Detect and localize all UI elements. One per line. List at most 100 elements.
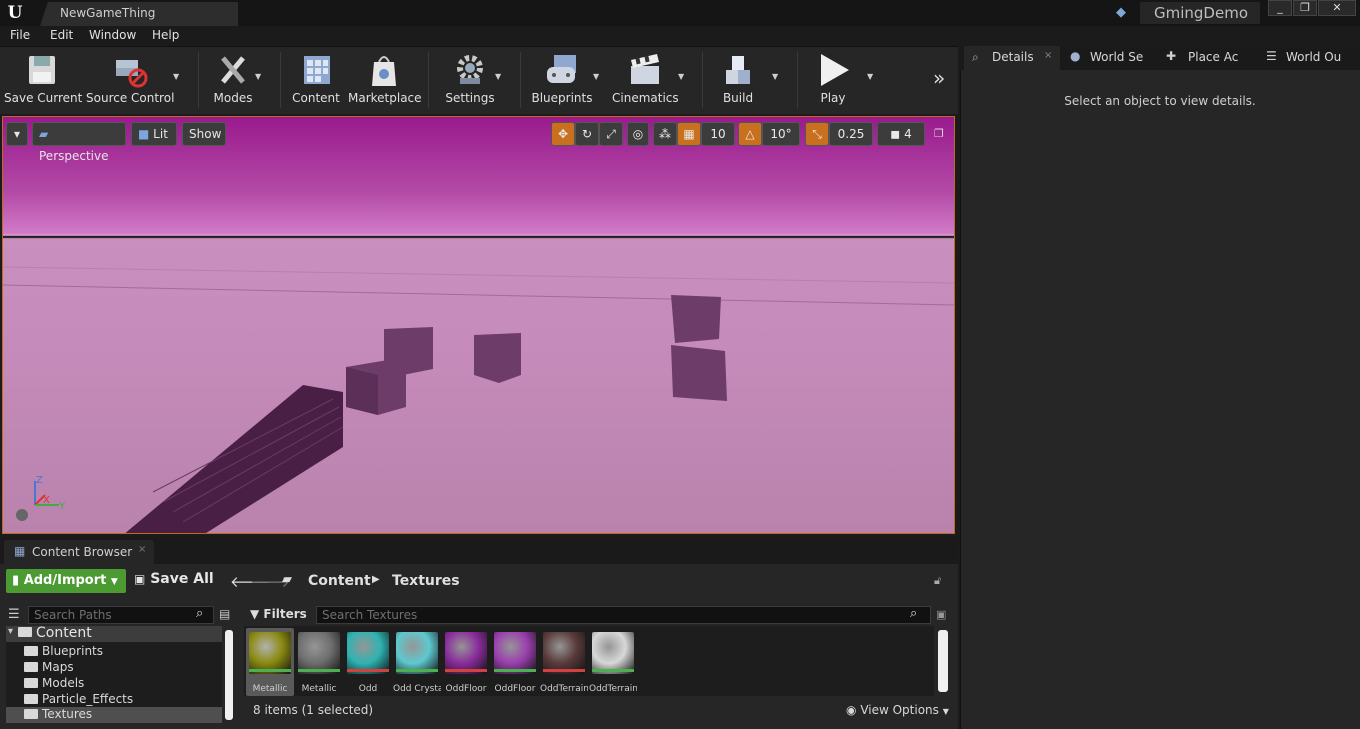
asset-thumbnail[interactable] — [249, 632, 291, 674]
toggle-sources-icon[interactable]: ☰ — [8, 607, 20, 622]
build-button[interactable]: Build — [712, 48, 764, 112]
cube — [671, 345, 727, 401]
asset-thumbnail[interactable] — [298, 632, 340, 674]
lock-icon[interactable]: 🔓︎ — [934, 574, 941, 588]
scale-snap-icon[interactable]: ⤡ — [805, 122, 829, 146]
play-dropdown-icon[interactable]: ▼ — [867, 72, 875, 81]
tree-root-content[interactable]: ▾ Content — [6, 625, 222, 642]
camera-speed-button[interactable]: ◼ 4 — [877, 122, 925, 146]
scale-tool-icon[interactable]: ⤢ — [599, 122, 623, 146]
staircase — [125, 385, 343, 533]
folder-open-icon — [18, 627, 32, 637]
asset-scrollbar[interactable] — [938, 630, 948, 692]
save-current-button[interactable]: Save Current — [4, 48, 82, 112]
axis-z-label: Z — [36, 475, 43, 486]
tree-options-icon[interactable]: ▤ — [219, 607, 230, 621]
search-textures-input[interactable]: Search Textures — [316, 606, 931, 624]
asset-type-bar — [347, 669, 389, 672]
modes-label: Modes — [213, 91, 253, 105]
tab-details-label: Details — [992, 50, 1034, 64]
surface-snap-icon[interactable]: ⁂ — [653, 122, 677, 146]
build-dropdown-icon[interactable]: ▼ — [772, 72, 780, 81]
tree-item-particle-effects[interactable]: Particle_Effects — [24, 692, 133, 708]
toolbar-overflow-icon[interactable]: » — [933, 66, 945, 90]
tree-item-textures[interactable]: Textures — [6, 707, 222, 723]
minimize-button[interactable]: _ — [1268, 0, 1292, 16]
source-control-dropdown-icon[interactable]: ▼ — [173, 72, 181, 81]
blueprints-button[interactable]: Blueprints — [530, 48, 594, 112]
asset-type-bar — [494, 669, 536, 672]
rotation-snap-icon[interactable]: △ — [738, 122, 762, 146]
content-button[interactable]: Content — [290, 48, 342, 112]
blueprints-dropdown-icon[interactable]: ▼ — [593, 72, 601, 81]
asset-label: OddTerrain1 — [540, 684, 588, 694]
level-tab[interactable]: NewGameThing — [40, 2, 238, 26]
level-viewport[interactable]: Z X Y — [2, 116, 955, 534]
modes-icon — [221, 56, 245, 84]
perspective-button[interactable]: ▰ Perspective — [32, 122, 126, 163]
rotation-snap-value[interactable]: 10° — [762, 122, 800, 146]
grid-snap-value[interactable]: 10 — [701, 122, 735, 146]
tab-world-outliner[interactable]: ☰ World Ou — [1260, 46, 1356, 70]
tree-scrollbar[interactable] — [225, 630, 233, 720]
menu-bar — [0, 26, 960, 46]
tab-details[interactable]: ⌕ Details × — [964, 46, 1060, 70]
source-control-button[interactable]: Source Control — [86, 48, 174, 112]
asset-thumbnail[interactable] — [494, 632, 536, 674]
search-paths-input[interactable]: Search Paths — [28, 606, 214, 624]
content-browser-tab-label: Content Browser — [32, 545, 133, 559]
maximize-viewport-icon[interactable]: ❐ — [934, 127, 944, 140]
lit-button[interactable]: ■ Lit — [131, 122, 177, 146]
cinematics-button[interactable]: Cinematics — [612, 48, 679, 112]
toolbar-divider — [428, 52, 429, 108]
menu-window[interactable]: Window — [89, 28, 136, 42]
close-tab-icon[interactable]: × — [138, 544, 146, 555]
view-options-button[interactable]: ◉ View Options ▼ — [846, 703, 949, 717]
asset-thumbnail[interactable] — [347, 632, 389, 674]
tree-item-maps[interactable]: Maps — [24, 660, 74, 676]
save-search-icon[interactable]: ▣ — [936, 608, 946, 621]
filters-button[interactable]: ▼ Filters — [250, 607, 307, 621]
asset-thumbnail[interactable] — [396, 632, 438, 674]
asset-thumbnail[interactable] — [543, 632, 585, 674]
settings-dropdown-icon[interactable]: ▼ — [495, 72, 503, 81]
add-import-button[interactable]: ▮ Add/Import ▼ — [6, 569, 126, 593]
modes-dropdown-icon[interactable]: ▼ — [255, 72, 263, 81]
tree-item-blueprints[interactable]: Blueprints — [24, 644, 103, 660]
menu-edit[interactable]: Edit — [50, 28, 73, 42]
details-icon: ⌕ — [972, 50, 979, 64]
folder-icon — [24, 678, 38, 688]
grid-snap-icon[interactable]: ▦ — [677, 122, 701, 146]
asset-thumbnail[interactable] — [445, 632, 487, 674]
menu-file[interactable]: File — [10, 28, 30, 42]
breadcrumb-content[interactable]: Content — [308, 573, 371, 589]
play-label: Play — [820, 91, 846, 105]
marketplace-button[interactable]: Marketplace — [348, 48, 422, 112]
tree-item-models[interactable]: Models — [24, 676, 84, 692]
close-window-button[interactable]: ✕ — [1318, 0, 1356, 16]
save-all-button[interactable]: ▣ Save All — [134, 571, 214, 587]
cinematics-dropdown-icon[interactable]: ▼ — [678, 72, 686, 81]
breadcrumb-textures[interactable]: Textures — [392, 573, 460, 589]
show-button[interactable]: Show — [182, 122, 226, 146]
asset-type-bar — [298, 669, 340, 672]
modes-button[interactable]: Modes — [206, 48, 260, 112]
play-button[interactable]: Play — [808, 48, 858, 112]
rotate-tool-icon[interactable]: ↻ — [575, 122, 599, 146]
tab-place-actors[interactable]: ✚ Place Ac — [1160, 46, 1256, 70]
folder-icon — [24, 694, 38, 704]
viewport-menu-button[interactable]: ▾ — [6, 122, 28, 146]
restore-button[interactable]: ❐ — [1293, 0, 1317, 16]
help-icon[interactable] — [16, 509, 28, 521]
scale-snap-value[interactable]: 0.25 — [829, 122, 873, 146]
asset-thumbnail[interactable] — [592, 632, 634, 674]
breadcrumb-separator-icon: ▶ — [372, 574, 380, 585]
menu-help[interactable]: Help — [152, 28, 179, 42]
close-tab-icon[interactable]: × — [1044, 50, 1052, 61]
translate-tool-icon[interactable]: ✥ — [551, 122, 575, 146]
world-space-icon[interactable]: ◎ — [627, 122, 649, 146]
settings-button[interactable]: Settings — [442, 48, 498, 112]
tab-content-browser[interactable]: ▦ Content Browser × — [4, 540, 154, 564]
tab-world-settings[interactable]: ● World Se — [1064, 46, 1158, 70]
toolbar-divider — [702, 52, 703, 108]
